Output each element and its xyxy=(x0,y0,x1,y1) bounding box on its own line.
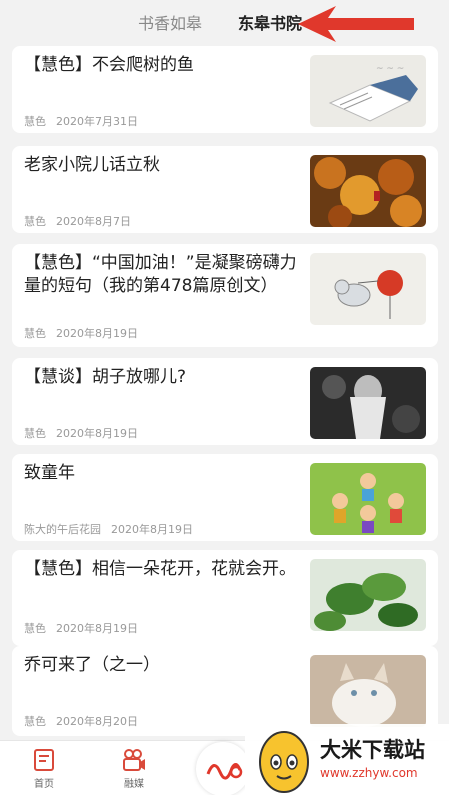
article-title: 老家小院儿话立秋 xyxy=(24,155,160,175)
brand-logo-icon xyxy=(206,763,243,780)
top-tab-bar: 书香如皋 东皋书院 xyxy=(0,0,449,44)
nav-item-label: 融媒 xyxy=(124,779,144,790)
article-thumbnail: ~ ~ ~ xyxy=(310,55,426,127)
article-author: 慧色 xyxy=(24,215,46,228)
article-date: 2020年8月19日 xyxy=(56,427,138,440)
article-meta: 慧色 2020年8月19日 xyxy=(24,325,138,341)
article-author: 慧色 xyxy=(24,622,46,635)
article-meta: 慧色 2020年8月19日 xyxy=(24,620,138,636)
article-meta: 慧色 2020年8月7日 xyxy=(24,213,131,229)
article-date: 2020年8月20日 xyxy=(56,715,138,728)
annotation-arrow-icon xyxy=(298,6,414,42)
article-title: 乔可来了（之一） xyxy=(24,655,160,675)
article-meta: 慧色 2020年8月20日 xyxy=(24,713,138,729)
video-camera-icon xyxy=(123,749,145,771)
article-thumbnail xyxy=(310,253,426,325)
article-meta: 慧色 2020年7月31日 xyxy=(24,113,138,129)
nav-item-label: 首页 xyxy=(34,779,54,790)
article-author: 陈大的午后花园 xyxy=(24,523,101,536)
tab-shuxiang-rugao[interactable]: 书香如皋 xyxy=(138,10,202,34)
article-thumbnail xyxy=(310,463,426,535)
article-card[interactable]: 【慧谈】胡子放哪儿? 慧色 2020年8月19日 xyxy=(12,358,438,445)
article-card[interactable]: 【慧色】相信一朵花开，花就会开。 慧色 2020年8月19日 xyxy=(12,550,438,646)
article-title: 【慧色】相信一朵花开，花就会开。 xyxy=(24,559,296,579)
article-meta: 陈大的午后花园 2020年8月19日 xyxy=(24,521,193,537)
article-title: 致童年 xyxy=(24,463,75,483)
article-title: 【慧色】不会爬树的鱼 xyxy=(24,55,194,75)
article-date: 2020年8月19日 xyxy=(111,523,193,536)
watermark-title: 大米下载站 xyxy=(320,738,425,762)
nav-item-home[interactable]: 首页 xyxy=(14,747,74,790)
article-thumbnail xyxy=(310,655,426,727)
article-author: 慧色 xyxy=(24,115,46,128)
article-thumbnail xyxy=(310,367,426,439)
article-date: 2020年8月7日 xyxy=(56,215,131,228)
egg-mascot-icon xyxy=(259,731,309,793)
center-action-button[interactable] xyxy=(196,742,250,795)
article-date: 2020年7月31日 xyxy=(56,115,138,128)
site-watermark: 大米下载站 www.zzhyw.com xyxy=(245,724,449,795)
article-author: 慧色 xyxy=(24,327,46,340)
article-meta: 慧色 2020年8月19日 xyxy=(24,425,138,441)
tab-donggao-shuyuan[interactable]: 东皋书院 xyxy=(238,10,302,34)
article-card[interactable]: 致童年 陈大的午后花园 2020年8月19日 xyxy=(12,454,438,541)
article-date: 2020年8月19日 xyxy=(56,327,138,340)
article-thumbnail xyxy=(310,559,426,631)
nav-item-media[interactable]: 融媒 xyxy=(104,747,164,790)
article-date: 2020年8月19日 xyxy=(56,622,138,635)
home-book-icon xyxy=(34,749,54,771)
article-thumbnail xyxy=(310,155,426,227)
watermark-url: www.zzhyw.com xyxy=(320,766,418,780)
article-author: 慧色 xyxy=(24,427,46,440)
article-card[interactable]: 【慧色】不会爬树的鱼 慧色 2020年7月31日 ~ ~ ~ xyxy=(12,46,438,133)
article-card[interactable]: 乔可来了（之一） 慧色 2020年8月20日 xyxy=(12,646,438,736)
article-title: 【慧谈】胡子放哪儿? xyxy=(24,367,187,387)
article-author: 慧色 xyxy=(24,715,46,728)
article-card[interactable]: 老家小院儿话立秋 慧色 2020年8月7日 xyxy=(12,146,438,233)
svg-text:~ ~ ~: ~ ~ ~ xyxy=(376,64,404,74)
article-title: 【慧色】“中国加油！”是凝聚磅礴力量的短句（我的第478篇原创文） xyxy=(24,253,297,296)
article-card[interactable]: 【慧色】“中国加油！”是凝聚磅礴力量的短句（我的第478篇原创文） 慧色 2020… xyxy=(12,244,438,347)
